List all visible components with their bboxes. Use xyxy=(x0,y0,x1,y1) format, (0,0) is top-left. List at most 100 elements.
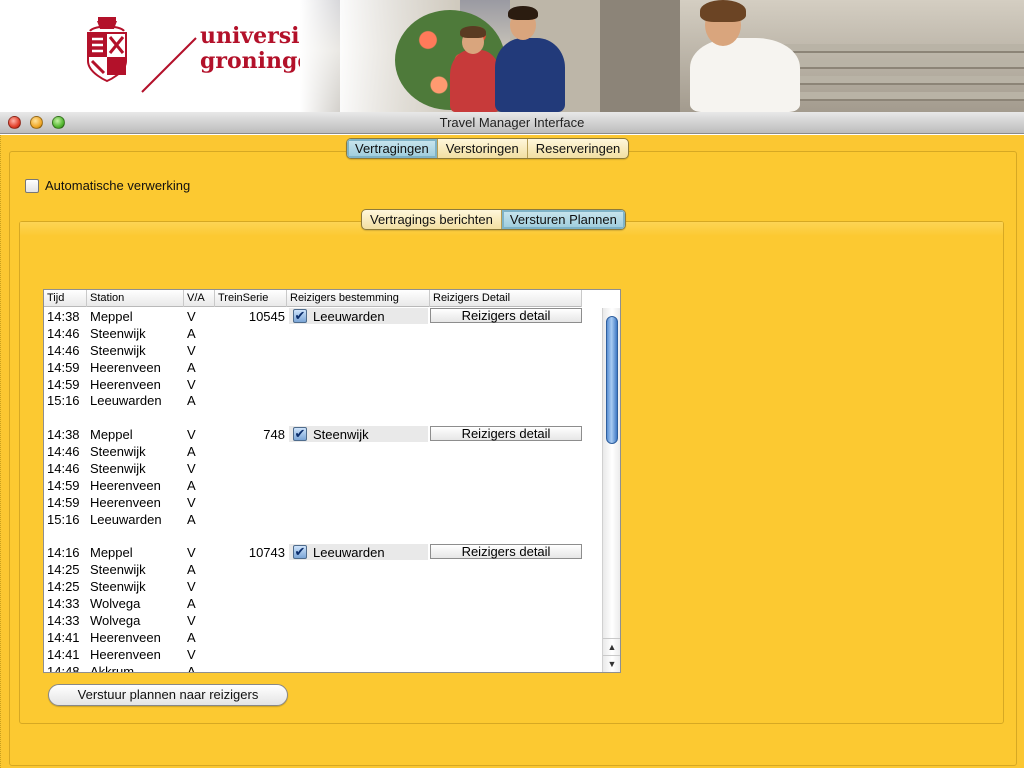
cell-va: V xyxy=(187,376,196,392)
tab-verstoringen[interactable]: Verstoringen xyxy=(438,139,528,158)
column-header-tijd[interactable]: Tijd xyxy=(44,290,87,307)
table-row[interactable]: 14:46 Steenwijk A xyxy=(44,325,604,342)
cell-station: Steenwijk xyxy=(90,444,146,460)
scrollbar-thumb[interactable] xyxy=(606,316,618,444)
table-row[interactable]: 14:48 Akkrum A xyxy=(44,663,604,673)
window-titlebar[interactable]: Travel Manager Interface xyxy=(0,112,1024,134)
cell-treinserie: 10545 xyxy=(248,309,285,324)
table-row[interactable]: 14:59 Heerenveen V xyxy=(44,376,604,393)
table-row[interactable]: 14:46 Steenwijk A xyxy=(44,443,604,460)
cell-va: V xyxy=(187,494,196,510)
cell-station: Meppel xyxy=(90,309,133,324)
plans-table[interactable]: Tijd Station V/A TreinSerie Reizigers be… xyxy=(43,289,621,673)
bestemming-label: Leeuwarden xyxy=(313,308,385,324)
column-header-treinserie[interactable]: TreinSerie xyxy=(215,290,287,307)
cell-tijd: 14:33 xyxy=(47,596,80,612)
auto-processing-label: Automatische verwerking xyxy=(45,178,191,193)
table-row[interactable]: 14:41 Heerenveen A xyxy=(44,629,604,646)
table-row[interactable]: 14:46 Steenwijk V xyxy=(44,460,604,477)
table-body: 14:38 Meppel V 10545 ✔ Leeuwarden Reizigers de… xyxy=(44,308,604,673)
send-plans-button[interactable]: Verstuur plannen naar reizigers xyxy=(48,684,288,706)
reizigers-detail-button[interactable]: Reizigers detail xyxy=(430,426,582,442)
cell-tijd: 14:46 xyxy=(47,461,80,477)
cell-va: A xyxy=(187,393,196,409)
cell-tijd: 14:38 xyxy=(47,309,80,324)
table-row[interactable]: 14:38 Meppel V 748 ✔ Steenwijk Reizigers detai… xyxy=(44,426,604,443)
banner-photo xyxy=(300,0,1024,112)
cell-reizigers-bestemming: ✔ Steenwijk xyxy=(289,426,428,443)
university-banner: university of groningen xyxy=(0,0,1024,112)
window-title: Travel Manager Interface xyxy=(439,115,585,130)
cell-tijd: 14:59 xyxy=(47,477,80,493)
tab-vertragingen[interactable]: Vertragingen xyxy=(347,139,438,158)
bestemming-checkbox[interactable]: ✔ xyxy=(293,545,307,560)
cell-treinserie: 748 xyxy=(263,427,285,443)
cell-station: Akkrum xyxy=(90,663,135,673)
tab-reserveringen[interactable]: Reserveringen xyxy=(528,139,629,158)
table-row[interactable]: 14:33 Wolvega A xyxy=(44,595,604,612)
cell-station: Wolvega xyxy=(90,613,141,629)
table-row[interactable]: 14:41 Heerenveen V xyxy=(44,646,604,663)
cell-tijd: 14:41 xyxy=(47,629,80,645)
table-row[interactable]: 14:25 Steenwijk V xyxy=(44,578,604,595)
table-row[interactable]: 14:59 Heerenveen V xyxy=(44,494,604,511)
cell-va: V xyxy=(187,545,196,561)
cell-station: Wolvega xyxy=(90,596,141,612)
auto-processing-checkbox[interactable] xyxy=(25,178,39,193)
column-header-va[interactable]: V/A xyxy=(184,290,215,307)
table-row[interactable]: 14:59 Heerenveen A xyxy=(44,359,604,376)
reizigers-detail-button[interactable]: Reizigers detail xyxy=(430,308,582,323)
university-crest-logo xyxy=(87,17,127,83)
cell-va: A xyxy=(187,511,196,527)
cell-station: Heerenveen xyxy=(90,477,161,493)
table-row[interactable]: 14:33 Wolvega V xyxy=(44,612,604,629)
cell-station: Steenwijk xyxy=(90,579,146,595)
cell-tijd: 14:16 xyxy=(47,545,80,561)
logo-slash-divider xyxy=(141,37,197,93)
table-row[interactable]: 14:38 Meppel V 10545 ✔ Leeuwarden Reizigers de… xyxy=(44,308,604,325)
bestemming-checkbox[interactable]: ✔ xyxy=(293,427,307,442)
column-header-reizigers-detail[interactable]: Reizigers Detail xyxy=(430,290,582,307)
cell-tijd: 14:46 xyxy=(47,325,80,341)
table-row-spacer xyxy=(44,528,604,545)
auto-processing-row: Automatische verwerking xyxy=(25,178,190,193)
table-row[interactable]: 14:46 Steenwijk V xyxy=(44,342,604,359)
reizigers-detail-button[interactable]: Reizigers detail xyxy=(430,544,582,560)
cell-reizigers-bestemming: ✔ Leeuwarden xyxy=(289,544,428,561)
cell-station: Leeuwarden xyxy=(90,511,162,527)
cell-treinserie: 10743 xyxy=(248,545,285,561)
cell-va: V xyxy=(187,646,196,662)
cell-station: Steenwijk xyxy=(90,461,146,477)
cell-tijd: 14:59 xyxy=(47,359,80,375)
table-header: Tijd Station V/A TreinSerie Reizigers be… xyxy=(44,290,582,307)
cell-va: V xyxy=(187,579,196,595)
tab-versturen-plannen[interactable]: Versturen Plannen xyxy=(501,210,625,229)
tab-vertragings-berichten[interactable]: Vertragings berichten xyxy=(362,210,502,229)
cell-tijd: 14:25 xyxy=(47,562,80,578)
cell-va: V xyxy=(187,309,196,324)
table-scrollbar[interactable]: ▲ ▼ xyxy=(602,308,620,672)
cell-station: Meppel xyxy=(90,427,133,443)
table-row[interactable]: 15:16 Leeuwarden A xyxy=(44,392,604,409)
table-row[interactable]: 15:16 Leeuwarden A xyxy=(44,511,604,528)
cell-tijd: 14:46 xyxy=(47,342,80,358)
cell-station: Heerenveen xyxy=(90,359,161,375)
cell-va: A xyxy=(187,477,196,493)
table-row[interactable]: 14:59 Heerenveen A xyxy=(44,477,604,494)
bestemming-checkbox[interactable]: ✔ xyxy=(293,309,307,323)
table-row[interactable]: 14:16 Meppel V 10743 ✔ Leeuwarden Reizigers de… xyxy=(44,544,604,561)
cell-tijd: 14:48 xyxy=(47,663,80,673)
outer-tab-bar: Vertragingen Verstoringen Reserveringen xyxy=(346,138,630,159)
table-row-spacer xyxy=(44,409,604,426)
cell-tijd: 15:16 xyxy=(47,393,80,409)
column-header-station[interactable]: Station xyxy=(87,290,184,307)
cell-va: V xyxy=(187,342,196,358)
inner-tab-bar: Vertragings berichten Versturen Plannen xyxy=(361,209,626,230)
cell-station: Heerenveen xyxy=(90,646,161,662)
cell-va: A xyxy=(187,562,196,578)
scroll-down-arrow-icon[interactable]: ▼ xyxy=(603,655,620,671)
column-header-reizigers-bestemming[interactable]: Reizigers bestemming xyxy=(287,290,430,307)
cell-va: V xyxy=(187,461,196,477)
table-row[interactable]: 14:25 Steenwijk A xyxy=(44,561,604,578)
scroll-up-arrow-icon[interactable]: ▲ xyxy=(603,638,620,654)
